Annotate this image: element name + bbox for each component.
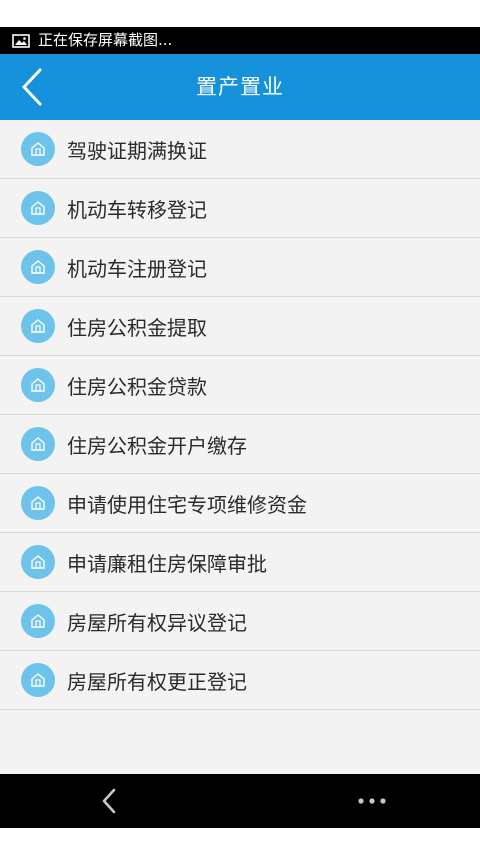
more-dots-icon xyxy=(358,798,386,804)
house-icon xyxy=(21,368,55,402)
list-item[interactable]: 房屋所有权异议登记 xyxy=(0,592,480,651)
back-button[interactable] xyxy=(12,66,52,108)
list-item[interactable]: 住房公积金提取 xyxy=(0,297,480,356)
back-arrow-icon xyxy=(102,788,116,814)
list-item-label: 住房公积金提取 xyxy=(67,315,207,340)
navigation-bar xyxy=(0,774,480,828)
status-bar: 正在保存屏幕截图... xyxy=(0,27,480,54)
house-icon xyxy=(21,604,55,638)
list-item-label: 驾驶证期满换证 xyxy=(67,138,207,163)
list-item-label: 房屋所有权异议登记 xyxy=(67,610,247,635)
list-item[interactable]: 机动车转移登记 xyxy=(0,179,480,238)
house-icon xyxy=(21,191,55,225)
service-list: 驾驶证期满换证 机动车转移登记 机动车注册登记 住房公积金提取 住房公积金贷款 … xyxy=(0,120,480,774)
list-item-label: 申请廉租住房保障审批 xyxy=(67,551,267,576)
list-item-label: 住房公积金贷款 xyxy=(67,374,207,399)
house-icon xyxy=(21,545,55,579)
list-item-label: 机动车注册登记 xyxy=(67,256,207,281)
list-item-label: 住房公积金开户缴存 xyxy=(67,433,247,458)
list-item[interactable]: 住房公积金开户缴存 xyxy=(0,415,480,474)
image-icon xyxy=(12,33,30,48)
list-item[interactable]: 房屋所有权更正登记 xyxy=(0,651,480,710)
house-icon xyxy=(21,309,55,343)
list-item-label: 申请使用住宅专项维修资金 xyxy=(67,492,307,517)
house-icon xyxy=(21,486,55,520)
list-item-label: 房屋所有权更正登记 xyxy=(67,669,247,694)
chevron-left-icon xyxy=(22,68,42,106)
list-item-label: 机动车转移登记 xyxy=(67,197,207,222)
house-icon xyxy=(21,427,55,461)
app-header: 置产置业 xyxy=(0,54,480,120)
house-icon xyxy=(21,663,55,697)
list-item[interactable]: 住房公积金贷款 xyxy=(0,356,480,415)
nav-more-button[interactable] xyxy=(352,784,392,818)
nav-back-button[interactable] xyxy=(92,784,126,818)
list-item[interactable]: 机动车注册登记 xyxy=(0,238,480,297)
house-icon xyxy=(21,250,55,284)
house-icon xyxy=(21,132,55,166)
page-title: 置产置业 xyxy=(196,75,284,99)
list-item[interactable]: 申请廉租住房保障审批 xyxy=(0,533,480,592)
list-item[interactable]: 驾驶证期满换证 xyxy=(0,120,480,179)
list-item[interactable]: 申请使用住宅专项维修资金 xyxy=(0,474,480,533)
status-text: 正在保存屏幕截图... xyxy=(38,31,173,49)
